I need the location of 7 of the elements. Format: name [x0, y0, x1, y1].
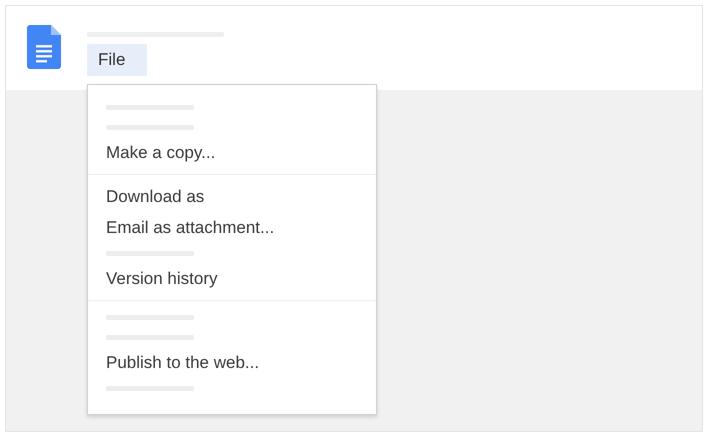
menu-item[interactable]: Email as attachment...: [88, 212, 376, 243]
menu-item[interactable]: Download as: [88, 181, 376, 212]
menu-button[interactable]: File: [87, 44, 147, 76]
document-icon[interactable]: [27, 25, 61, 69]
menu-item[interactable]: Make a copy...: [88, 137, 376, 168]
menu-item[interactable]: Publish to the web...: [88, 347, 376, 378]
menu-item[interactable]: Version history: [88, 263, 376, 294]
